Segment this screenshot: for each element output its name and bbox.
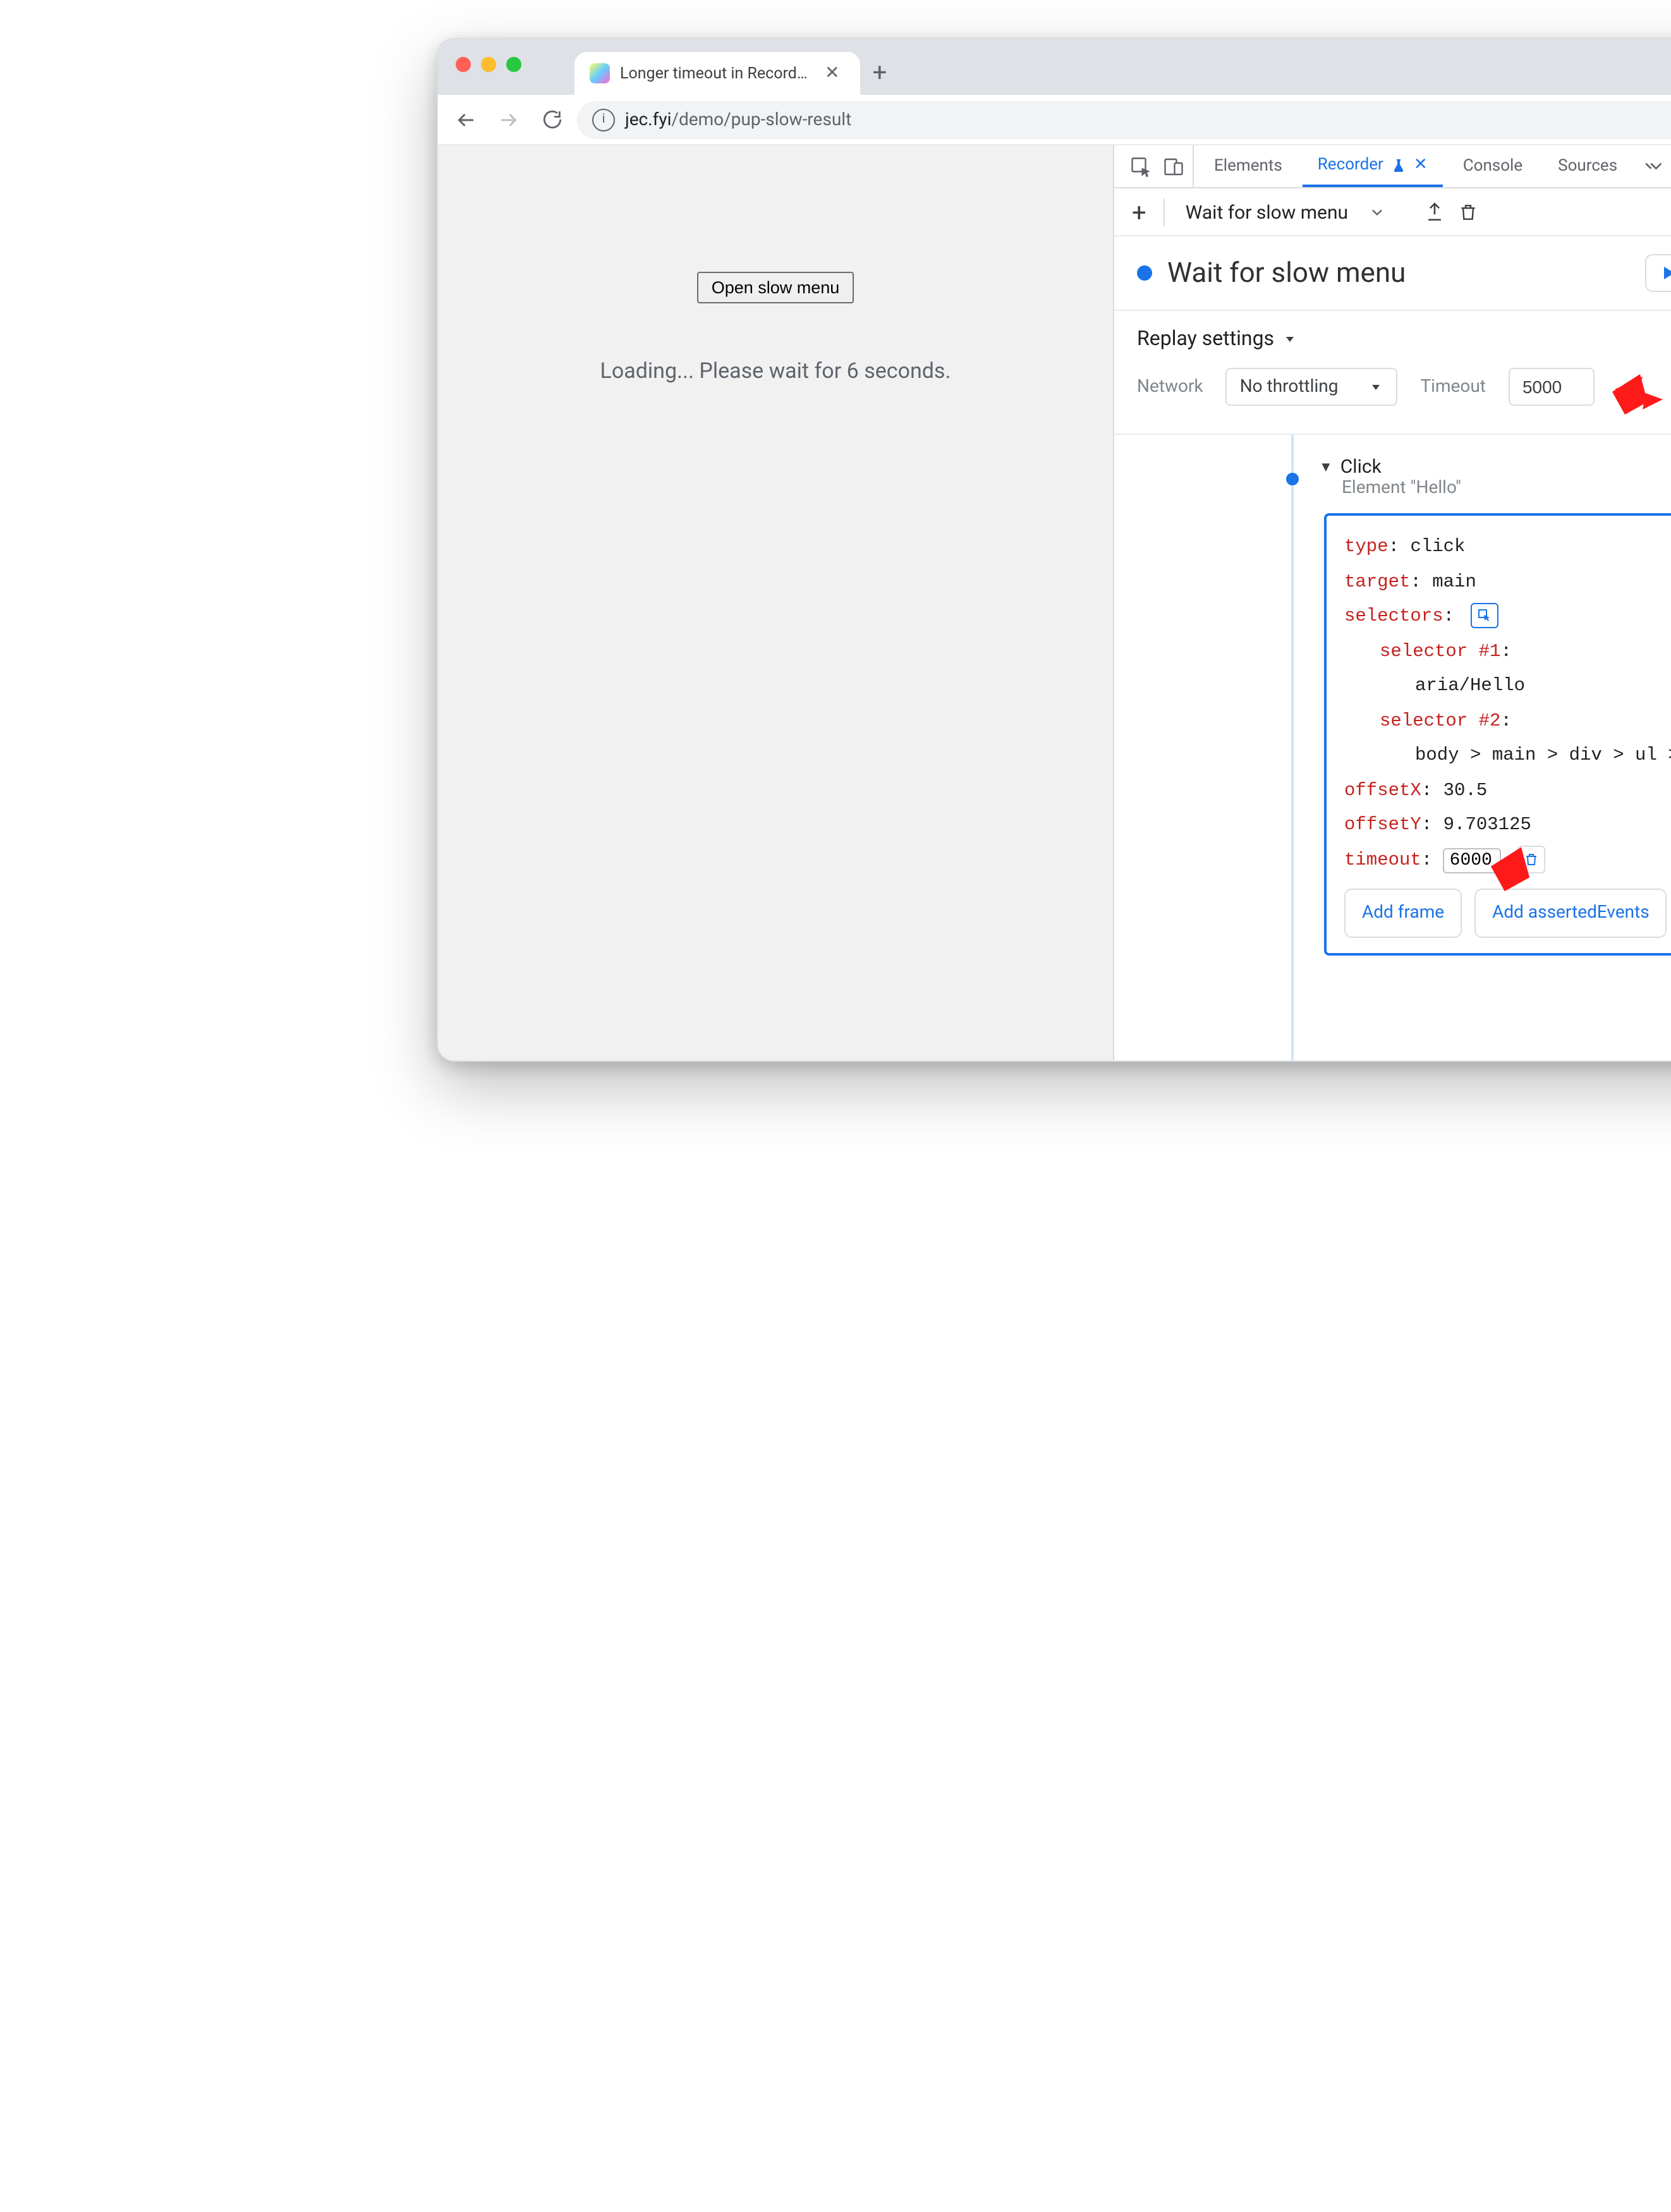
tab-strip: Longer timeout in Recorder ✕ + — [574, 39, 899, 95]
chevron-down-icon — [1368, 379, 1383, 394]
tab-console[interactable]: Console — [1448, 145, 1538, 187]
browser-titlebar: Longer timeout in Recorder ✕ + — [438, 39, 1671, 95]
close-tab-icon[interactable]: ✕ — [820, 61, 844, 86]
replay-settings-section: Replay settings Network No throttling Ti… — [1114, 311, 1671, 435]
play-icon — [1663, 267, 1671, 279]
network-label: Network — [1137, 377, 1203, 397]
address-bar: i jec.fyi/demo/pup-slow-result Paused — [438, 95, 1671, 145]
new-tab-button[interactable]: + — [860, 52, 899, 95]
add-asserted-events-button[interactable]: Add assertedEvents — [1474, 889, 1667, 938]
open-slow-menu-button[interactable]: Open slow menu — [698, 272, 854, 303]
timeout-input[interactable] — [1509, 368, 1595, 406]
step-timeout-input[interactable] — [1443, 848, 1502, 873]
back-button[interactable] — [448, 102, 483, 137]
reload-button[interactable] — [534, 102, 569, 137]
url-host: jec.fyi — [625, 109, 671, 130]
browser-tab[interactable]: Longer timeout in Recorder ✕ — [574, 52, 860, 95]
recording-title: Wait for slow menu — [1167, 257, 1629, 289]
maximize-window-button[interactable] — [506, 57, 521, 72]
devtools-panel: Elements Recorder ✕ Console Sources 1 — [1114, 145, 1671, 1060]
close-window-button[interactable] — [456, 57, 471, 72]
pick-selector-icon[interactable] — [1470, 604, 1498, 629]
site-info-icon[interactable]: i — [592, 108, 615, 131]
caret-down-icon — [1282, 331, 1297, 346]
page-viewport: Open slow menu Loading... Please wait fo… — [438, 145, 1114, 1060]
recorder-steps: ⋮ ▼ Click Element "Hello" type: click ta… — [1114, 435, 1671, 1060]
url-path: /demo/pup-slow-result — [671, 109, 851, 130]
step-subtitle: Element "Hello" — [1319, 478, 1671, 498]
content-split: Open slow menu Loading... Please wait fo… — [438, 145, 1671, 1060]
device-toolbar-icon[interactable] — [1162, 155, 1185, 178]
tab-sources[interactable]: Sources — [1543, 145, 1632, 187]
window-controls — [456, 57, 521, 72]
forward-button[interactable] — [491, 102, 526, 137]
timeline-line — [1291, 435, 1294, 1060]
timeout-label: Timeout — [1420, 377, 1486, 397]
add-frame-button[interactable]: Add frame — [1344, 889, 1462, 938]
replay-button[interactable]: Replay — [1644, 254, 1671, 292]
timeline-dot — [1286, 473, 1299, 485]
devtools-tabbar: Elements Recorder ✕ Console Sources 1 — [1114, 145, 1671, 188]
recorder-toolbar: + Wait for slow menu Send feedback — [1114, 188, 1671, 236]
annotation-arrow-icon — [1612, 372, 1668, 427]
replay-settings-header[interactable]: Replay settings — [1137, 326, 1595, 350]
recording-dropdown-icon[interactable] — [1368, 203, 1386, 221]
tab-elements[interactable]: Elements — [1199, 145, 1297, 187]
recorder-header: Wait for slow menu Replay Measure perfor… — [1114, 236, 1671, 311]
browser-window: Longer timeout in Recorder ✕ + i jec.fyi… — [437, 38, 1671, 1062]
inspect-element-icon[interactable] — [1129, 155, 1152, 178]
close-panel-icon[interactable]: ✕ — [1414, 155, 1428, 174]
export-icon[interactable] — [1424, 201, 1445, 222]
step-details-card: type: click target: main selectors: sele… — [1324, 513, 1671, 956]
network-throttling-select[interactable]: No throttling — [1226, 368, 1398, 406]
more-tabs-icon[interactable] — [1638, 145, 1671, 187]
new-recording-icon[interactable]: + — [1127, 197, 1151, 227]
recording-name[interactable]: Wait for slow menu — [1178, 200, 1356, 223]
step-header[interactable]: ▼ Click Element "Hello" — [1309, 447, 1671, 503]
step-title: Click — [1340, 455, 1382, 478]
flask-icon — [1391, 157, 1406, 173]
url-omnibox[interactable]: i jec.fyi/demo/pup-slow-result — [577, 100, 1671, 138]
tab-recorder[interactable]: Recorder ✕ — [1303, 145, 1443, 187]
tab-title: Longer timeout in Recorder — [620, 64, 810, 83]
delete-field-icon[interactable] — [1517, 846, 1545, 873]
loading-text: Loading... Please wait for 6 seconds. — [600, 359, 951, 384]
tab-favicon — [590, 63, 610, 83]
delete-recording-icon[interactable] — [1458, 202, 1478, 222]
recording-status-dot — [1137, 265, 1152, 281]
caret-down-icon: ▼ — [1319, 458, 1333, 475]
minimize-window-button[interactable] — [481, 57, 496, 72]
